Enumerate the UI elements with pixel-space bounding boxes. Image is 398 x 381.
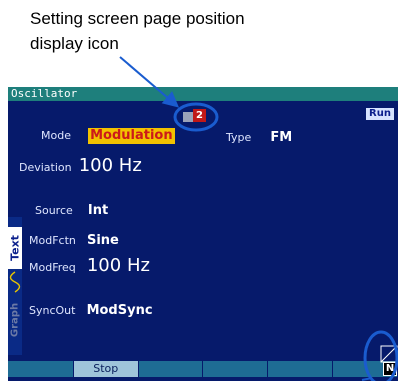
deviation-row[interactable]: Deviation 100 Hz xyxy=(19,155,142,176)
softkey-bar: Stop xyxy=(8,361,398,377)
syncout-label: SyncOut xyxy=(29,304,76,317)
window-title: Oscillator xyxy=(8,87,398,101)
annotation-caption: Setting screen page position display ico… xyxy=(30,6,245,56)
instrument-screen: Oscillator 2 Run Mode Modulation Type FM… xyxy=(8,87,398,381)
softkey-5[interactable] xyxy=(268,361,333,377)
modfreq-row[interactable]: ModFreq 100 Hz xyxy=(29,255,150,276)
annotation-line-2: display icon xyxy=(30,34,119,53)
n-badge: N xyxy=(383,362,397,376)
modfreq-label: ModFreq xyxy=(29,261,76,274)
run-status-badge: Run xyxy=(366,108,394,120)
softkey-4[interactable] xyxy=(203,361,268,377)
syncout-value[interactable]: ModSync xyxy=(87,303,153,318)
source-row[interactable]: Source Int xyxy=(35,199,108,218)
mode-label: Mode xyxy=(41,129,71,142)
tab-text[interactable]: Text xyxy=(8,227,22,269)
sine-wave-icon xyxy=(9,271,21,293)
source-label: Source xyxy=(35,204,73,217)
deviation-label: Deviation xyxy=(19,161,72,174)
annotation-line-1: Setting screen page position xyxy=(30,9,245,28)
syncout-row[interactable]: SyncOut ModSync xyxy=(29,299,153,318)
modfctn-label: ModFctn xyxy=(29,234,76,247)
modfctn-row[interactable]: ModFctn Sine xyxy=(29,229,119,248)
tab-graph[interactable]: Graph xyxy=(8,297,22,343)
page-position-icon: 2 xyxy=(183,109,209,123)
softkey-stop[interactable]: Stop xyxy=(73,361,138,377)
tab-graph-label: Graph xyxy=(9,302,21,338)
type-label: Type xyxy=(226,131,252,144)
mode-row[interactable]: Mode Modulation xyxy=(41,124,175,144)
softkey-1[interactable] xyxy=(8,361,73,377)
softkey-3[interactable] xyxy=(138,361,203,377)
source-value[interactable]: Int xyxy=(88,203,108,218)
type-row[interactable]: Type FM xyxy=(226,126,292,145)
page-number-badge: 2 xyxy=(193,109,206,122)
modfctn-value[interactable]: Sine xyxy=(87,233,119,248)
deviation-value[interactable]: 100 Hz xyxy=(79,155,142,176)
corner-indicator: N xyxy=(380,345,398,376)
view-tabs: Text Graph xyxy=(8,217,22,355)
diagonal-icon xyxy=(380,345,398,363)
modfreq-value[interactable]: 100 Hz xyxy=(87,255,150,276)
tab-text-label: Text xyxy=(8,235,22,261)
mode-value[interactable]: Modulation xyxy=(88,128,175,144)
type-value[interactable]: FM xyxy=(270,130,292,145)
